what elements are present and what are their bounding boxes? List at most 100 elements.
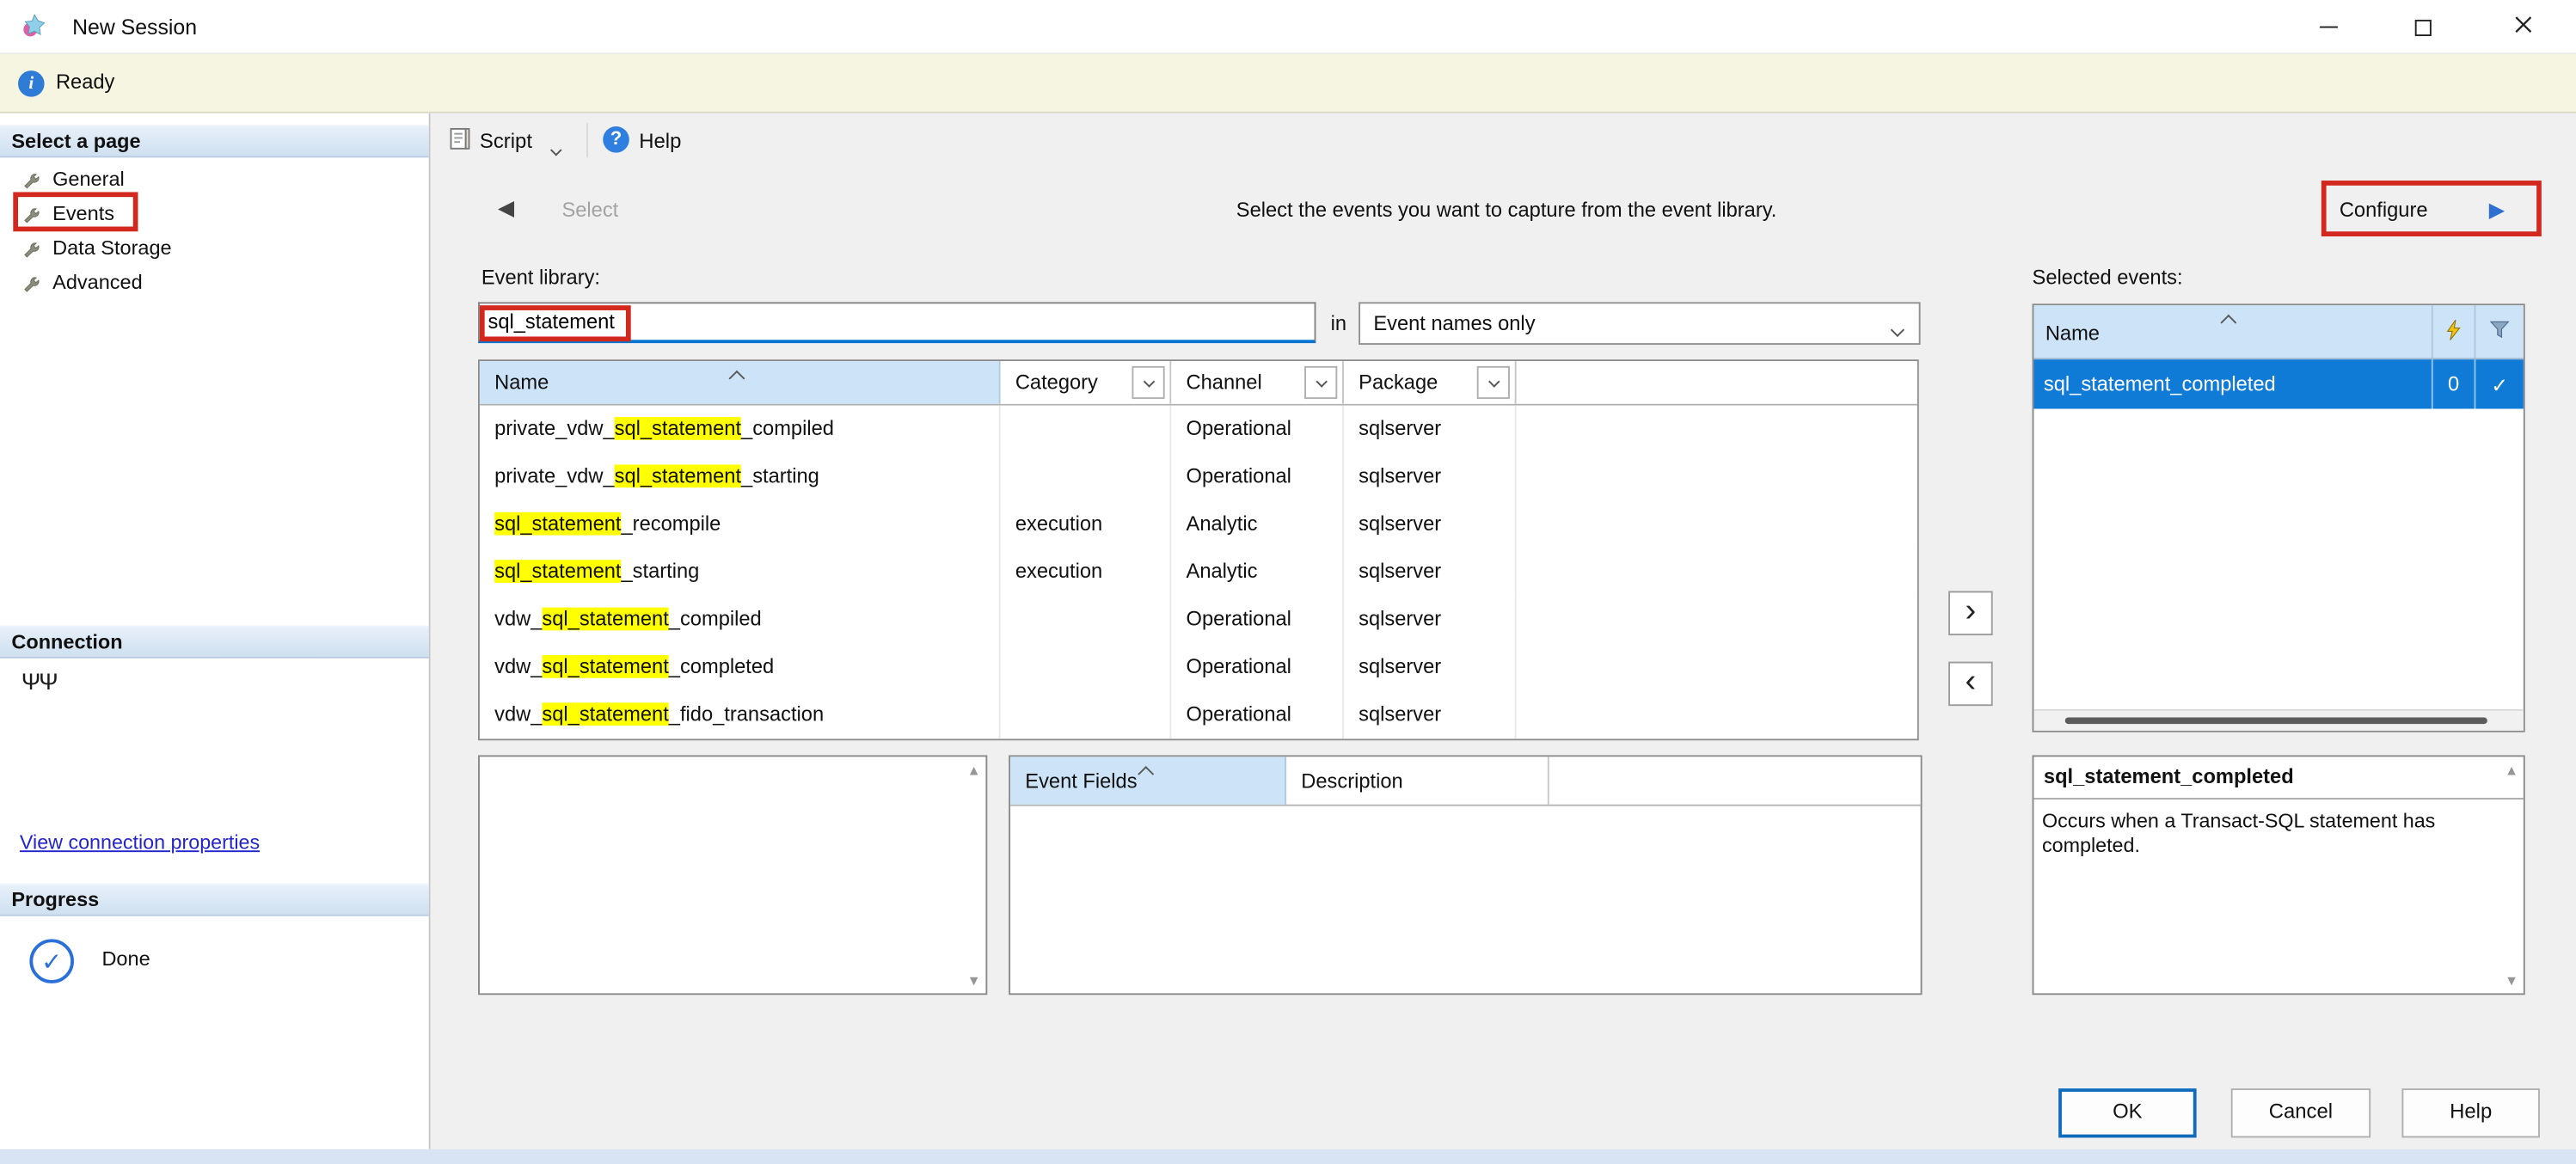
chevron-down-icon [1315, 375, 1327, 387]
sidebar-item-label: General [52, 162, 125, 197]
configure-button[interactable]: Configure [2340, 199, 2428, 222]
scroll-up-icon[interactable]: ▲ [967, 762, 981, 778]
search-match-highlight: sql_statement [494, 560, 621, 583]
help-button[interactable]: Help [2401, 1088, 2539, 1137]
maximize-icon [2415, 19, 2432, 35]
sidebar-item-label: Events [52, 197, 114, 231]
event-description-panel: sql_statement_completed Occurs when a Tr… [2033, 755, 2525, 995]
selected-name-column-header[interactable]: Name [2045, 322, 2100, 345]
description-column-header[interactable]: Description [1286, 757, 1549, 804]
channel-filter-button[interactable] [1304, 366, 1337, 399]
event-detail-title: sql_statement_completed [2044, 765, 2294, 788]
category-cell [1001, 453, 1172, 500]
cancel-button[interactable]: Cancel [2231, 1088, 2371, 1137]
table-row[interactable]: vdw_sql_statement_fido_transaction Opera… [480, 691, 1917, 738]
search-match-highlight: sql_statement [615, 417, 741, 440]
event-library-search-input[interactable] [478, 302, 1316, 343]
filler-cell [1517, 644, 1917, 691]
filler-cell [1517, 548, 1917, 596]
status-bar: i Ready [0, 54, 2576, 113]
info-icon: i [18, 70, 45, 97]
help-toolbar-button[interactable]: Help [639, 130, 681, 153]
chevron-down-icon [1487, 375, 1500, 387]
done-check-icon: ✓ [29, 939, 74, 983]
scroll-up-icon[interactable]: ▲ [2505, 762, 2518, 778]
connection-icon: ΨΨ [21, 668, 57, 695]
new-session-dialog: New Session i Ready Select a page Genera… [0, 0, 2576, 1164]
package-cell: sqlserver [1344, 453, 1517, 500]
channel-column-header[interactable]: Channel [1171, 361, 1344, 404]
minimize-button[interactable] [2280, 0, 2376, 54]
package-cell: sqlserver [1344, 644, 1517, 691]
name-column-header[interactable]: Name [480, 361, 1001, 404]
table-row[interactable]: sql_statement_recompile execution Analyt… [480, 500, 1917, 548]
event-name-cell: vdw_sql_statement_fido_transaction [480, 691, 1001, 738]
horizontal-scrollbar[interactable] [2033, 709, 2523, 731]
script-dropdown-button[interactable] [552, 137, 561, 160]
sort-ascending-icon [1139, 762, 1150, 785]
channel-cell: Operational [1171, 691, 1344, 738]
filter-column-header[interactable] [2475, 305, 2524, 358]
table-row[interactable]: private_vdw_sql_statement_compiled Opera… [480, 406, 1917, 453]
scroll-down-icon[interactable]: ▼ [967, 972, 981, 989]
event-name-cell: vdw_sql_statement_compiled [480, 596, 1001, 643]
table-row[interactable]: vdw_sql_statement_completed Operational … [480, 644, 1917, 691]
search-match-highlight: sql_statement [542, 655, 668, 678]
minimize-icon [2319, 27, 2337, 28]
table-row[interactable]: private_vdw_sql_statement_starting Opera… [480, 453, 1917, 500]
maximize-button[interactable] [2376, 0, 2471, 54]
channel-cell: Operational [1171, 453, 1344, 500]
category-cell: execution [1001, 548, 1172, 596]
category-column-header[interactable]: Category [1001, 361, 1172, 404]
forward-arrow-icon[interactable]: ▶ [2489, 197, 2505, 222]
event-fields-list[interactable]: ▲ ▼ [478, 755, 987, 995]
move-right-button[interactable]: › [1948, 591, 1993, 635]
search-scope-dropdown[interactable]: Event names only [1359, 302, 1920, 345]
category-filter-button[interactable] [1132, 366, 1164, 399]
move-left-button[interactable]: ‹ [1948, 662, 1993, 707]
filler-cell [1517, 406, 1917, 453]
select-button[interactable]: Select [561, 199, 618, 222]
toolbar-separator [586, 123, 588, 157]
package-column-header[interactable]: Package [1344, 361, 1517, 404]
view-connection-properties-link[interactable]: View connection properties [20, 830, 260, 854]
progress-section-header: Progress [0, 883, 429, 916]
event-library-label: Event library: [481, 266, 600, 289]
ok-button[interactable]: OK [2058, 1088, 2196, 1137]
connection-section-header: Connection [0, 626, 429, 659]
check-icon: ✓ [2475, 359, 2524, 408]
selected-event-row[interactable]: sql_statement_completed 0 ✓ [2033, 359, 2523, 408]
sidebar-item-data-storage[interactable]: Data Storage [0, 231, 429, 266]
package-filter-button[interactable] [1477, 366, 1510, 399]
package-cell: sqlserver [1344, 596, 1517, 643]
filler-cell [1517, 500, 1917, 548]
event-fields-table-header: Event Fields Description [1010, 757, 1921, 806]
close-button[interactable] [2471, 0, 2576, 54]
window-titlebar: New Session [0, 0, 2576, 54]
help-icon: ? [603, 126, 629, 153]
table-row[interactable]: vdw_sql_statement_compiled Operational s… [480, 596, 1917, 643]
selected-event-count: 0 [2432, 359, 2475, 408]
package-cell: sqlserver [1344, 500, 1517, 548]
back-arrow-icon[interactable]: ◀ [498, 195, 514, 222]
table-row[interactable]: sql_statement_starting execution Analyti… [480, 548, 1917, 596]
event-name-cell: sql_statement_recompile [480, 500, 1001, 548]
lightning-column-header[interactable] [2432, 305, 2475, 358]
close-icon [2513, 15, 2533, 40]
select-a-page-header: Select a page [0, 125, 429, 157]
main-panel: Script ? Help ◀ Select Select the events… [431, 113, 2576, 1149]
event-detail-description: Occurs when a Transact-SQL statement has… [2042, 809, 2509, 858]
script-button[interactable]: Script [480, 130, 532, 153]
scroll-down-icon[interactable]: ▼ [2505, 972, 2518, 989]
sidebar-item-advanced[interactable]: Advanced [0, 266, 429, 300]
sort-ascending-icon [2223, 310, 2234, 334]
chevron-down-icon [550, 144, 562, 156]
channel-cell: Analytic [1171, 500, 1344, 548]
event-name-cell: private_vdw_sql_statement_starting [480, 453, 1001, 500]
scrollbar-thumb[interactable] [2065, 718, 2487, 725]
selected-events-label: Selected events: [2033, 266, 2183, 289]
sidebar-item-general[interactable]: General [0, 162, 429, 197]
sidebar-item-events[interactable]: Events [0, 197, 429, 231]
category-cell [1001, 644, 1172, 691]
event-fields-column-header[interactable]: Event Fields [1010, 757, 1286, 804]
